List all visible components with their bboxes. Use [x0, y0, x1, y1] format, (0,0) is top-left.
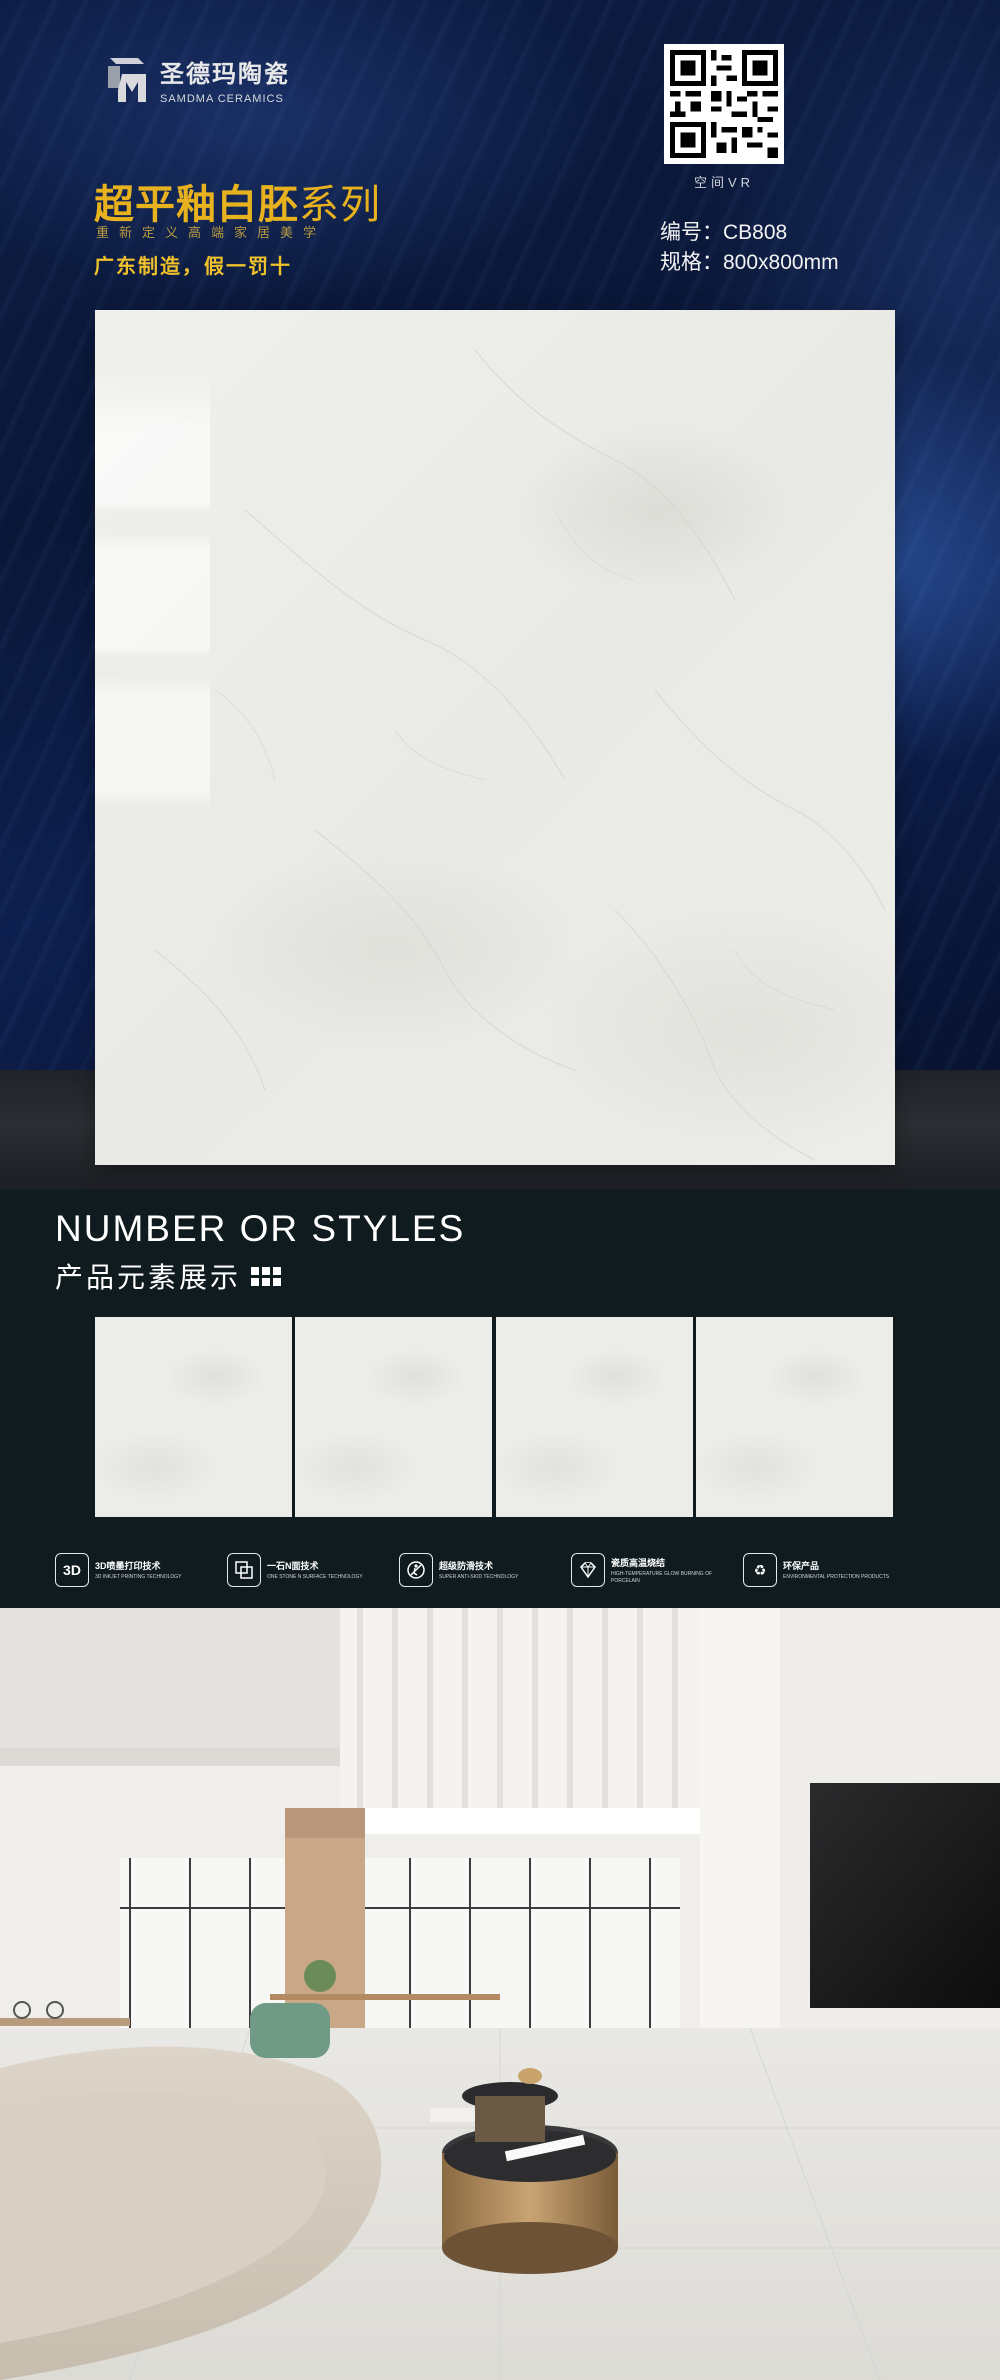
- feature-label-cn: 一石N面技术: [267, 1561, 319, 1571]
- qr-code[interactable]: [664, 44, 784, 164]
- tile-sample-large: [95, 310, 895, 1165]
- product-code: 编号：CB808: [660, 221, 788, 244]
- brand-name-en: SAMDMA CERAMICS: [160, 92, 284, 105]
- qr-label: 空间VR: [693, 175, 755, 190]
- styles-title: NUMBER OR STYLES: [55, 1208, 466, 1249]
- tile-thumbnail[interactable]: [696, 1317, 893, 1517]
- styles-subtitle: 产品元素展示: [55, 1256, 282, 1296]
- feature-label-cn: 3D喷墨打印技术: [95, 1561, 161, 1571]
- feature-item: ♻ 环保产品 ENVIRONMENTAL PROTECTION PRODUCTS: [743, 1553, 893, 1587]
- brand-logo: 圣德玛陶瓷 SAMDMA CERAMICS: [104, 50, 290, 108]
- logo-mark-icon: [108, 58, 146, 102]
- feature-label-cn: 环保产品: [783, 1561, 820, 1571]
- feature-label-cn: 瓷质高温烧结: [611, 1557, 666, 1568]
- series-title-suffix: 系列: [299, 183, 381, 227]
- product-size: 规格：800x800mm: [660, 251, 839, 274]
- living-room-illustration: [0, 1608, 1000, 2380]
- brand-name-cn: 圣德玛陶瓷: [160, 60, 290, 88]
- feature-item: 超级防滑技术 SUPER ANTI-SKID TECHNOLOGY: [399, 1553, 549, 1587]
- dots-grid-icon: [251, 1266, 282, 1286]
- series-title-main: 超平釉白胚: [94, 183, 299, 227]
- feature-label-cn: 超级防滑技术: [439, 1561, 494, 1571]
- recycle-icon: ♻: [743, 1553, 777, 1587]
- feature-list: 3D 3D喷墨打印技术 3D INKJET PRINTING TECHNOLOG…: [55, 1553, 893, 1587]
- feature-item: 一石N面技术 ONE STONE N SURFACE TECHNOLOGY: [227, 1553, 377, 1587]
- feature-label-en: SUPER ANTI-SKID TECHNOLOGY: [439, 1574, 519, 1580]
- diamond-icon: [571, 1553, 605, 1587]
- feature-label-en: 3D INKJET PRINTING TECHNOLOGY: [95, 1574, 182, 1580]
- anti-slip-icon: [399, 1553, 433, 1587]
- tile-thumbnail[interactable]: [95, 1317, 292, 1517]
- marble-veins: [154, 349, 886, 1161]
- 3d-print-icon: 3D: [55, 1553, 89, 1587]
- qr-code-icon: [670, 50, 778, 158]
- series-slogan: 重新定义高端家居美学: [96, 225, 327, 240]
- feature-item: 3D 3D喷墨打印技术 3D INKJET PRINTING TECHNOLOG…: [55, 1553, 205, 1587]
- room-render: [0, 1608, 1000, 2380]
- feature-item: 瓷质高温烧结 HIGH-TEMPERATURE GLOW BURNING OF …: [571, 1553, 721, 1587]
- made-in-guangdong: 广东制造，假一罚十: [94, 256, 292, 278]
- styles-subtitle-text: 产品元素展示: [55, 1262, 242, 1293]
- feature-label-en: HIGH-TEMPERATURE GLOW BURNING OF PORCELA…: [611, 1570, 713, 1584]
- stone-surface-icon: [227, 1553, 261, 1587]
- tile-thumbnail[interactable]: [496, 1317, 693, 1517]
- feature-label-en: ENVIRONMENTAL PROTECTION PRODUCTS: [783, 1574, 890, 1580]
- feature-label-en: ONE STONE N SURFACE TECHNOLOGY: [267, 1574, 363, 1580]
- tile-thumbnail[interactable]: [295, 1317, 492, 1517]
